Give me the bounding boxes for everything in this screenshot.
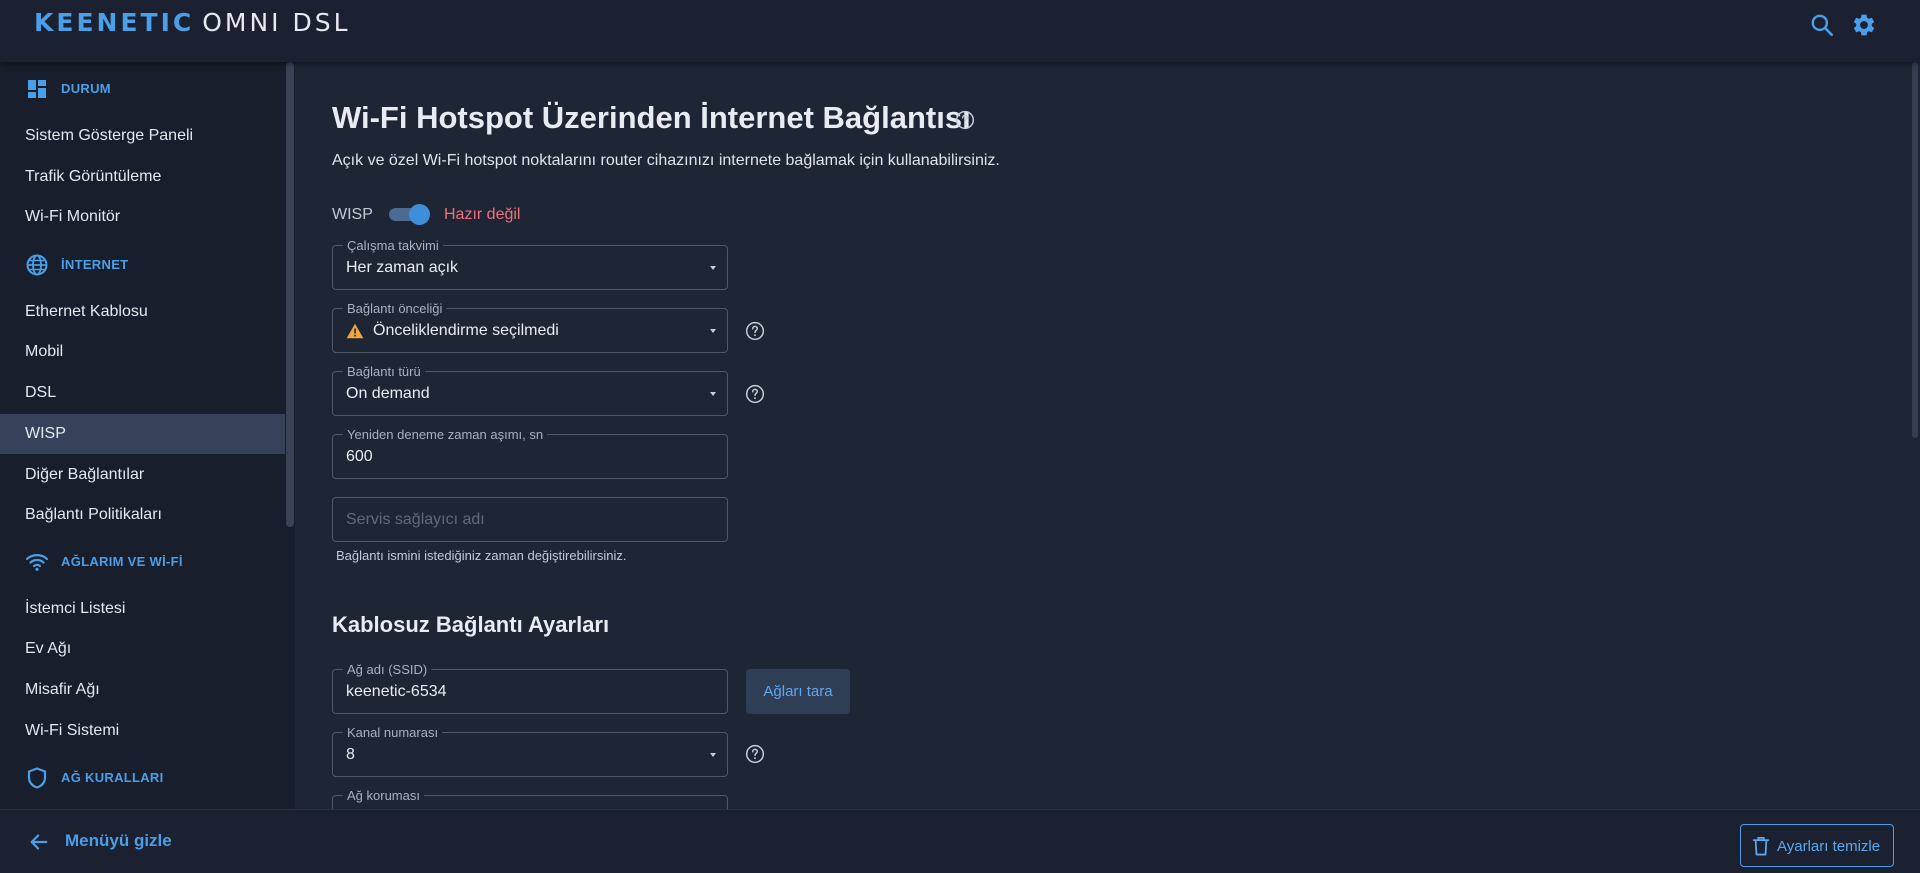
field-label: Bağlantı türü	[343, 364, 425, 379]
sidebar-item-label: Wi-Fi Sistemi	[25, 722, 120, 739]
provider-name-input[interactable]	[333, 498, 727, 541]
sidebar-item-connection-policies[interactable]: Bağlantı Politikaları	[0, 495, 285, 535]
chevron-down-icon	[710, 266, 716, 270]
field-label: Ağ koruması	[343, 788, 424, 803]
help-icon[interactable]	[745, 744, 765, 764]
trash-icon	[1752, 837, 1770, 856]
reset-settings-button[interactable]: Ayarları temizle	[1740, 824, 1894, 867]
sidebar-item-label: Diğer Bağlantılar	[25, 466, 145, 483]
chevron-down-icon	[710, 392, 716, 396]
provider-name-field[interactable]	[332, 497, 728, 542]
chevron-down-icon	[710, 753, 716, 757]
field-value: On demand	[346, 385, 430, 402]
scan-networks-button[interactable]: Ağları tara	[746, 669, 850, 714]
help-icon[interactable]	[955, 110, 975, 130]
top-header: KEENETIC OMNI DSL	[0, 0, 1920, 62]
sidebar-item-dsl[interactable]: DSL	[0, 373, 285, 413]
sidebar-item-wifi-system[interactable]: Wi-Fi Sistemi	[0, 711, 285, 751]
sidebar-section-label: DURUM	[61, 81, 111, 96]
connection-type-select[interactable]: Bağlantı türü On demand	[332, 364, 728, 416]
wisp-toggle-label: WISP	[332, 206, 373, 223]
field-value: 600	[346, 448, 373, 465]
reset-settings-label: Ayarları temizle	[1777, 838, 1881, 855]
search-icon[interactable]	[1809, 12, 1835, 38]
main-content: Wi-Fi Hotspot Üzerinden İnternet Bağlant…	[295, 62, 1920, 809]
sidebar-item-mobile[interactable]: Mobil	[0, 332, 285, 372]
sidebar-section-label: AĞ KURALLARI	[61, 770, 164, 785]
sidebar-item-ethernet[interactable]: Ethernet Kablosu	[0, 292, 285, 332]
wifi-icon	[25, 554, 49, 571]
sidebar-item-label: Ethernet Kablosu	[25, 303, 148, 320]
wisp-toggle[interactable]	[387, 203, 431, 225]
sidebar-section-internet: İNTERNET	[0, 245, 285, 285]
help-icon[interactable]	[745, 321, 765, 341]
main-scrollbar[interactable]	[1912, 62, 1918, 438]
ssid-input[interactable]: Ağ adı (SSID) keenetic-6534	[332, 662, 728, 714]
sidebar-item-dashboard[interactable]: Sistem Gösterge Paneli	[0, 116, 285, 156]
field-label: Çalışma takvimi	[343, 238, 443, 253]
arrow-left-icon	[30, 834, 48, 850]
field-value: Her zaman açık	[346, 259, 459, 276]
shield-icon	[27, 767, 47, 789]
toggle-knob	[409, 204, 430, 225]
sidebar-item-traffic[interactable]: Trafik Görüntüleme	[0, 157, 285, 197]
brand-logo[interactable]: KEENETIC OMNI DSL	[34, 8, 351, 37]
priority-select[interactable]: Bağlantı önceliği Önceliklendirme seçilm…	[332, 301, 728, 353]
sidebar-item-label: Sistem Gösterge Paneli	[25, 127, 194, 144]
wireless-section-title: Kablosuz Bağlantı Ayarları	[332, 612, 610, 637]
sidebar-section-status: DURUM	[0, 69, 285, 109]
sidebar-item-label: Bağlantı Politikaları	[25, 506, 162, 523]
chevron-down-icon	[710, 329, 716, 333]
sidebar-section-networks: AĞLARIM VE Wİ-Fİ	[0, 542, 285, 582]
field-label: Yeniden deneme zaman aşımı, sn	[343, 427, 548, 442]
sidebar-item-client-list[interactable]: İstemci Listesi	[0, 589, 285, 629]
sidebar-section-label: İNTERNET	[61, 257, 129, 272]
hide-menu-label: Menüyü gizle	[65, 831, 172, 850]
sidebar-item-label: WISP	[25, 425, 66, 442]
sidebar: DURUM Sistem Gösterge Paneli Trafik Görü…	[0, 62, 295, 809]
field-label: Bağlantı önceliği	[343, 301, 447, 316]
sidebar-item-wifi-monitor[interactable]: Wi-Fi Monitör	[0, 197, 285, 237]
sidebar-section-label: AĞLARIM VE Wİ-Fİ	[61, 554, 183, 569]
provider-name-hint: Bağlantı ismini istediğiniz zaman değişt…	[336, 548, 627, 563]
sidebar-item-label: DSL	[25, 384, 57, 401]
sidebar-item-label: İstemci Listesi	[25, 600, 126, 617]
gear-icon[interactable]	[1851, 12, 1877, 38]
channel-select[interactable]: Kanal numarası 8	[332, 725, 728, 777]
sidebar-item-label: Trafik Görüntüleme	[25, 168, 162, 185]
sidebar-item-label: Misafir Ağı	[25, 681, 100, 698]
sidebar-section-network-rules: AĞ KURALLARI	[0, 758, 285, 798]
sidebar-item-label: Ev Ağı	[25, 640, 72, 657]
sidebar-scrollbar[interactable]	[286, 62, 294, 527]
schedule-select[interactable]: Çalışma takvimi Her zaman açık	[332, 238, 728, 290]
brand-secondary: OMNI DSL	[202, 8, 351, 37]
sidebar-item-wisp[interactable]: WISP	[0, 414, 285, 454]
page-title: Wi-Fi Hotspot Üzerinden İnternet Bağlant…	[332, 100, 971, 135]
retry-timeout-input[interactable]: Yeniden deneme zaman aşımı, sn 600	[332, 427, 728, 479]
hide-menu-button[interactable]: Menüyü gizle	[0, 809, 295, 873]
field-label: Ağ adı (SSID)	[343, 662, 432, 677]
field-value: keenetic-6534	[346, 683, 447, 700]
help-icon[interactable]	[745, 384, 765, 404]
sidebar-item-label: Mobil	[25, 343, 64, 360]
sidebar-item-other-connections[interactable]: Diğer Bağlantılar	[0, 455, 285, 495]
connection-status: Hazır değil	[444, 206, 521, 223]
globe-icon	[26, 254, 48, 276]
security-select[interactable]: Ağ koruması	[332, 788, 728, 809]
brand-primary: KEENETIC	[34, 8, 195, 37]
field-value: Önceliklendirme seçilmedi	[373, 322, 559, 339]
field-label: Kanal numarası	[343, 725, 443, 740]
field-value: 8	[346, 746, 355, 763]
dashboard-icon	[28, 80, 46, 98]
sidebar-item-home-network[interactable]: Ev Ağı	[0, 629, 285, 669]
sidebar-item-guest-network[interactable]: Misafir Ağı	[0, 670, 285, 710]
bottom-action-bar: Ayarları temizle	[295, 809, 1920, 873]
warning-icon	[346, 323, 364, 339]
page-description: Açık ve özel Wi-Fi hotspot noktalarını r…	[332, 152, 1000, 169]
sidebar-item-label: Wi-Fi Monitör	[25, 208, 121, 225]
